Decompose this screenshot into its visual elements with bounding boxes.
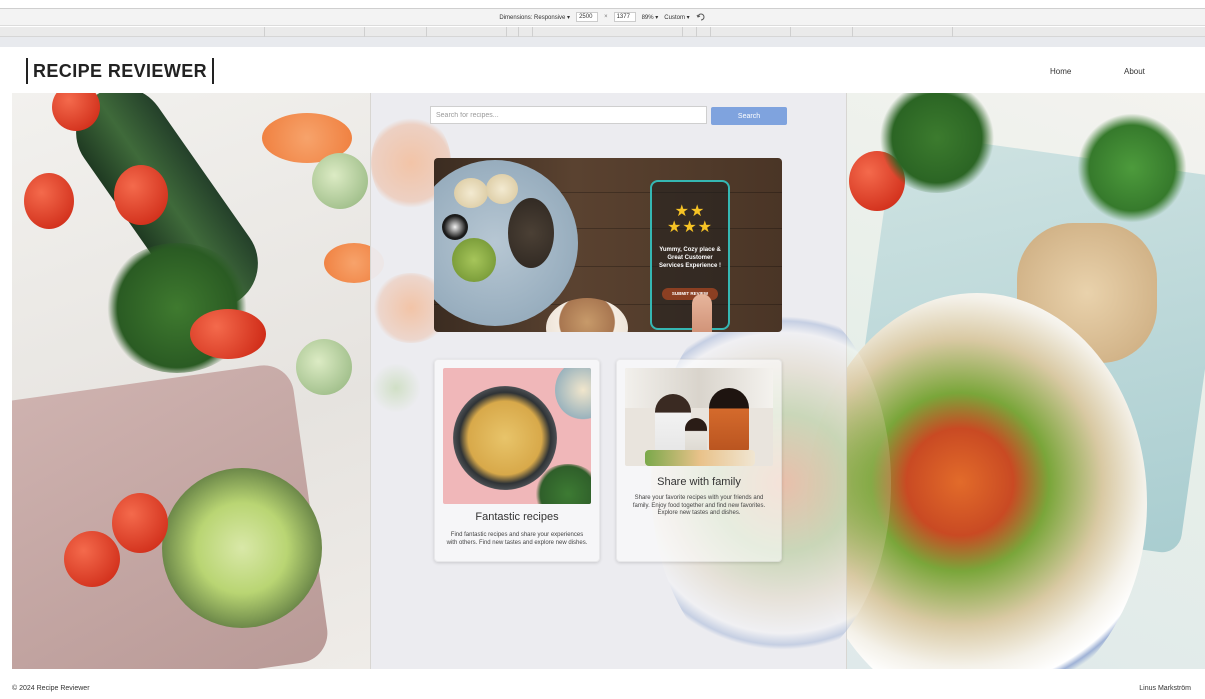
card-title: Share with family — [657, 476, 741, 488]
throttle-dropdown[interactable]: Custom ▾ — [664, 14, 689, 21]
sprout-shape — [371, 363, 421, 413]
viewport-gutter — [0, 37, 1205, 47]
search-button[interactable]: Search — [711, 107, 787, 125]
ruler-segment[interactable] — [0, 27, 265, 37]
background-salad-right — [807, 93, 1205, 669]
cabinet-shape — [625, 368, 773, 408]
card-description: Share your favorite recipes with your fr… — [632, 495, 766, 516]
zoom-dropdown[interactable]: 89% ▾ — [642, 14, 659, 21]
dumpling-shape — [486, 174, 518, 204]
search-input[interactable] — [430, 106, 707, 124]
person-shape — [709, 388, 749, 454]
dimension-separator: × — [604, 14, 608, 20]
tomato-shape — [24, 173, 74, 229]
footer-author: Linus Markström — [1139, 685, 1191, 692]
card-description: Find fantastic recipes and share your ex… — [446, 532, 588, 546]
tomato-shape — [114, 165, 168, 225]
veggie-shape — [442, 214, 468, 240]
dimensions-dropdown[interactable]: Dimensions: Responsive ▾ — [499, 14, 570, 21]
dumpling-shape — [454, 178, 488, 208]
ruler-segment[interactable] — [519, 27, 533, 37]
table-food-shape — [645, 450, 755, 466]
ruler-segment[interactable] — [683, 27, 697, 37]
media-query-ruler — [0, 27, 1205, 37]
viewport-height-input[interactable]: 1377 — [613, 12, 636, 22]
herb-leaves-shape — [1077, 113, 1187, 223]
ruler-segment[interactable] — [711, 27, 791, 37]
card-image-family — [625, 368, 773, 466]
bowl-shape — [555, 368, 591, 420]
rotate-icon[interactable] — [696, 12, 706, 22]
card-image-pan — [443, 368, 591, 504]
feature-card-fantastic-recipes[interactable]: Fantastic recipes Find fantastic recipes… — [434, 359, 600, 562]
devtools-device-toolbar: Dimensions: Responsive ▾ 2500 × 1377 89%… — [0, 8, 1205, 26]
card-title: Fantastic recipes — [475, 511, 559, 523]
brussels-sprout-shape — [312, 153, 368, 209]
site-footer: © 2024 Recipe Reviewer Linus Markström — [0, 669, 1205, 699]
ruler-segment[interactable] — [507, 27, 519, 37]
mushroom-shape — [508, 198, 554, 268]
viewport-width-input[interactable]: 2500 — [576, 12, 599, 22]
ruler-segment[interactable] — [853, 27, 953, 37]
tomato-shape — [64, 531, 120, 587]
star-rating-icon: ★★ ★★★ — [666, 203, 714, 236]
nav-home-link[interactable]: Home — [1050, 67, 1071, 76]
phone-review-card: ★★ ★★★ Yummy, Cozy place & Great Customer… — [650, 180, 730, 330]
background-vegetables-left — [12, 93, 384, 669]
ruler-segment[interactable] — [791, 27, 853, 37]
footer-copyright: © 2024 Recipe Reviewer — [12, 685, 90, 692]
lime-bowl-shape — [162, 468, 322, 628]
review-banner-image: ★★ ★★★ Yummy, Cozy place & Great Customer… — [434, 158, 782, 332]
feature-card-share-with-family[interactable]: Share with family Share your favorite re… — [616, 359, 782, 562]
site-header: RECIPE REVIEWER Home About — [12, 48, 1205, 93]
finger-shape — [692, 294, 712, 332]
site-logo[interactable]: RECIPE REVIEWER — [26, 58, 215, 84]
ruler-segment[interactable] — [365, 27, 427, 37]
ruler-segment[interactable] — [265, 27, 365, 37]
brussels-sprout-shape — [296, 339, 352, 395]
ruler-segment[interactable] — [697, 27, 711, 37]
tomato-shape — [190, 309, 266, 359]
child-shape — [685, 418, 707, 454]
ruler-segment[interactable] — [427, 27, 507, 37]
nav-about-link[interactable]: About — [1124, 67, 1145, 76]
veggie-shape — [452, 238, 496, 282]
review-text: Yummy, Cozy place & Great Customer Servi… — [658, 247, 722, 269]
ruler-segment[interactable] — [533, 27, 683, 37]
tomato-shape — [112, 493, 168, 553]
